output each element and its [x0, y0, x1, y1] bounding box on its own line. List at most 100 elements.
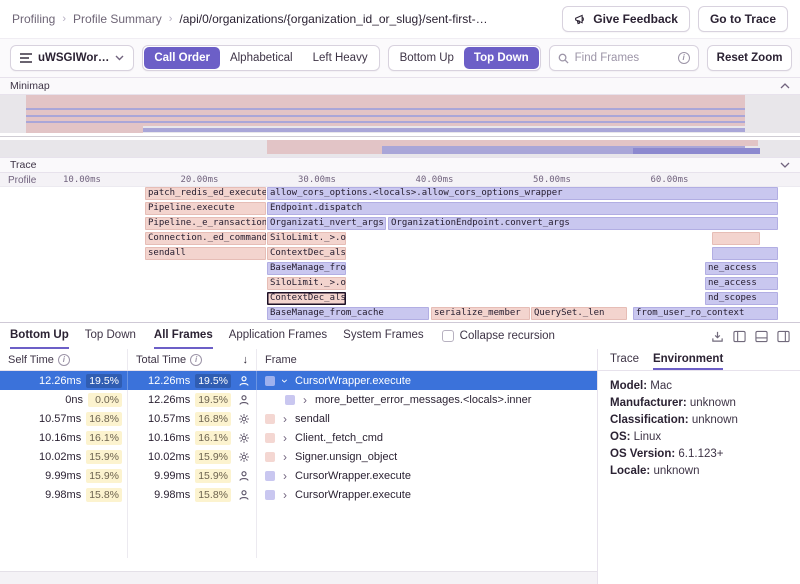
horizontal-scrollbar-track[interactable] — [0, 571, 597, 584]
flame-frame[interactable]: Pipeline.execute — [145, 202, 266, 215]
flame-frame[interactable]: ContextDec_als>.i — [267, 292, 346, 305]
table-row[interactable]: 9.99ms15.9%9.99ms15.9%›CursorWrapper.exe… — [0, 466, 597, 485]
flame-frame[interactable]: nd_scopes — [705, 292, 778, 305]
flame-frame[interactable]: patch_redis_ed_execute — [145, 187, 266, 200]
tab-application-frames[interactable]: Application Frames — [229, 323, 327, 349]
sort-option-alphabetical[interactable]: Alphabetical — [220, 47, 303, 69]
view-option-top-down[interactable]: Top Down — [464, 47, 539, 69]
frame-name: Client._fetch_cmd — [295, 432, 383, 444]
total-time-percent: 15.9% — [195, 450, 231, 464]
table-row[interactable]: 9.98ms15.8%9.98ms15.8%›CursorWrapper.exe… — [0, 485, 597, 504]
total-time-info-icon[interactable]: i — [190, 354, 202, 366]
frame-column-header[interactable]: Frame — [257, 349, 597, 370]
expand-chevron-icon[interactable]: › — [281, 469, 289, 483]
breadcrumb: Profiling›Profile Summary›/api/0/organiz… — [12, 12, 554, 26]
flame-frame[interactable]: ne_access — [705, 277, 778, 290]
view-tabs: Bottom Up Top Down — [10, 323, 136, 349]
axis-tick-label: 60.00ms — [651, 175, 689, 185]
thread-selector[interactable]: uWSGIWor… — [10, 45, 134, 71]
give-feedback-button[interactable]: Give Feedback — [562, 6, 690, 32]
flame-frame[interactable]: Connection._ed_command — [145, 232, 266, 245]
collapse-recursion-checkbox[interactable] — [442, 330, 454, 342]
flame-frame[interactable]: BaseManage_from_cache — [267, 307, 429, 320]
minimap-title: Minimap — [10, 80, 50, 92]
flame-frame[interactable] — [712, 232, 760, 245]
expand-chevron-icon[interactable]: › — [301, 393, 309, 407]
flame-frame[interactable]: allow_cors_options.<locals>.allow_cors_o… — [267, 187, 778, 200]
environment-details: Model: MacManufacturer: unknownClassific… — [598, 371, 800, 487]
breadcrumb-item-profile-summary[interactable]: Profile Summary — [73, 12, 162, 26]
collapse-recursion-control[interactable]: Collapse recursion — [442, 330, 555, 342]
details-tab-environment[interactable]: Environment — [653, 349, 723, 370]
download-icon[interactable] — [711, 330, 724, 343]
expand-chevron-icon[interactable]: › — [278, 377, 292, 385]
flame-frame[interactable]: ne_access — [705, 262, 778, 275]
self-time-info-icon[interactable]: i — [58, 354, 70, 366]
table-row[interactable]: 12.26ms19.5%12.26ms19.5%›CursorWrapper.e… — [0, 371, 597, 390]
search-input[interactable] — [575, 52, 672, 64]
frame-name: CursorWrapper.execute — [295, 375, 411, 387]
breadcrumb-item-profiling[interactable]: Profiling — [12, 12, 55, 26]
total-time-cell: 12.26ms19.5% — [128, 390, 257, 409]
frame-color-chip — [265, 490, 275, 500]
reset-zoom-button[interactable]: Reset Zoom — [707, 45, 793, 71]
table-row[interactable]: 0ns0.0%12.26ms19.5%›more_better_error_me… — [0, 390, 597, 409]
view-option-bottom-up[interactable]: Bottom Up — [390, 47, 464, 69]
tab-top-down[interactable]: Top Down — [85, 323, 136, 349]
flame-frame[interactable]: OrganizationEndpoint.convert_args — [388, 217, 778, 230]
layout-right-icon[interactable] — [777, 330, 790, 343]
detail-label: Classification: — [610, 414, 692, 426]
sort-segmented-control: Call OrderAlphabeticalLeft Heavy — [142, 45, 379, 71]
layout-left-icon[interactable] — [733, 330, 746, 343]
reset-zoom-label: Reset Zoom — [717, 52, 783, 64]
frame-name: CursorWrapper.execute — [295, 489, 411, 501]
table-row[interactable]: 10.02ms15.9%10.02ms15.9%›Signer.unsign_o… — [0, 447, 597, 466]
breadcrumb-item--api-0-organizations-organizat[interactable]: /api/0/organizations/{organization_id_or… — [179, 12, 487, 26]
details-tab-trace[interactable]: Trace — [610, 349, 639, 370]
frame-table-header: Self Time i Total Time i ↓ Frame — [0, 349, 597, 371]
flame-frame[interactable]: sendall — [145, 247, 266, 260]
tab-system-frames[interactable]: System Frames — [343, 323, 424, 349]
total-time-percent: 16.1% — [195, 431, 231, 445]
flame-frame[interactable]: BaseManage_from_c — [267, 262, 346, 275]
tab-all-frames[interactable]: All Frames — [154, 323, 213, 349]
flame-frame[interactable]: ContextDec_als>.i — [267, 247, 346, 260]
flame-frame[interactable]: from_user_ro_context — [633, 307, 778, 320]
layout-bottom-icon[interactable] — [755, 330, 768, 343]
find-frames-search: i — [549, 45, 699, 71]
flamegraph-canvas[interactable]: from_user_ro_context QuerySet._lenseriali… — [0, 187, 800, 322]
collapse-trace-icon[interactable] — [780, 162, 790, 168]
flame-frame[interactable]: SiloLimit._>.over — [267, 277, 346, 290]
flame-frame[interactable]: QuerySet._len — [531, 307, 627, 320]
search-info-icon[interactable]: i — [678, 52, 690, 64]
expand-chevron-icon[interactable]: › — [281, 431, 289, 445]
go-to-trace-button[interactable]: Go to Trace — [698, 6, 788, 32]
flame-frame[interactable]: SiloLimit._>.over — [267, 232, 346, 245]
flame-frame[interactable]: Endpoint.dispatch — [267, 202, 778, 215]
flame-frame[interactable] — [712, 247, 778, 260]
tab-bottom-up[interactable]: Bottom Up — [10, 323, 69, 349]
sort-option-call-order[interactable]: Call Order — [144, 47, 220, 69]
sort-descending-icon[interactable]: ↓ — [243, 354, 249, 366]
detail-value: unknown — [690, 397, 736, 409]
flame-frame[interactable]: Organizati_nvert_args — [267, 217, 386, 230]
collapse-minimap-icon[interactable] — [780, 83, 790, 89]
sort-option-left-heavy[interactable]: Left Heavy — [303, 47, 378, 69]
expand-chevron-icon[interactable]: › — [281, 412, 289, 426]
flame-frame[interactable]: serialize_member — [431, 307, 530, 320]
list-icon — [20, 53, 32, 63]
minimap-canvas[interactable] — [0, 95, 800, 157]
details-panel: Trace Environment Model: MacManufacturer:… — [598, 349, 800, 584]
self-time-column-header[interactable]: Self Time i — [0, 349, 128, 370]
table-row[interactable]: 10.16ms16.1%10.16ms16.1%›Client._fetch_c… — [0, 428, 597, 447]
self-time-label: Self Time — [8, 354, 54, 366]
expand-chevron-icon[interactable]: › — [281, 450, 289, 464]
table-row[interactable]: 10.57ms16.8%10.57ms16.8%›sendall — [0, 409, 597, 428]
expand-chevron-icon[interactable]: › — [281, 488, 289, 502]
self-time-value: 12.26ms — [39, 375, 81, 387]
detail-value: unknown — [653, 465, 699, 477]
total-time-cell: 9.99ms15.9% — [128, 466, 257, 485]
frame-color-chip — [285, 395, 295, 405]
flame-frame[interactable]: Pipeline._e_ransaction — [145, 217, 266, 230]
total-time-column-header[interactable]: Total Time i ↓ — [128, 349, 257, 370]
